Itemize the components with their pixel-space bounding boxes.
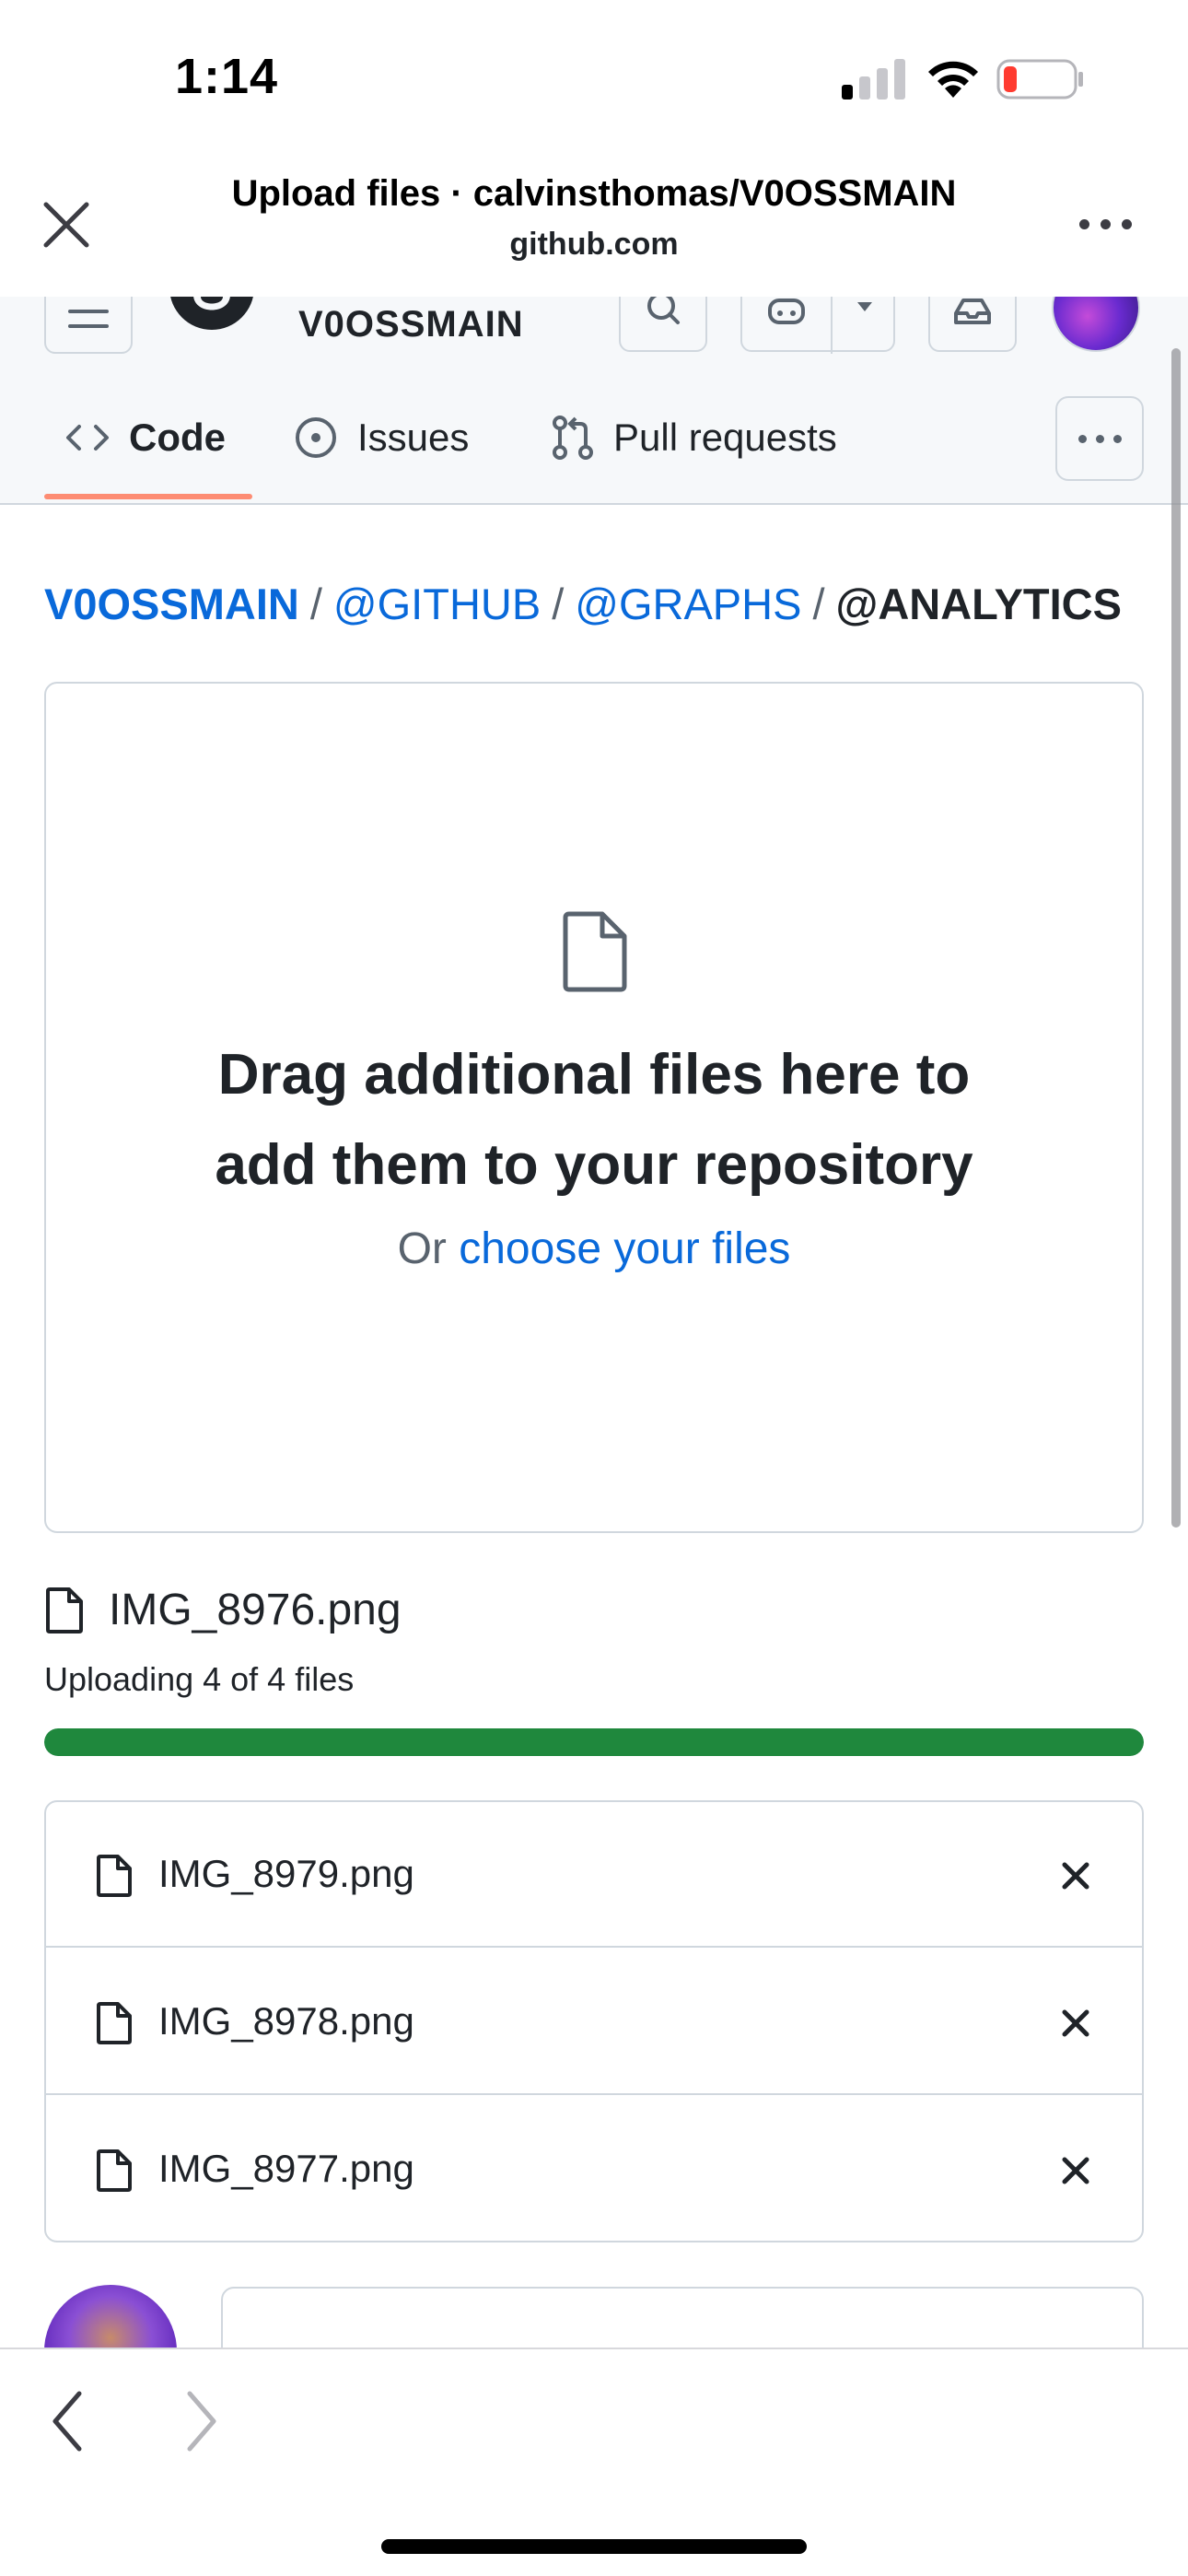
code-icon bbox=[66, 425, 109, 451]
remove-file-x-icon[interactable] bbox=[1055, 2150, 1096, 2191]
inbox-button[interactable] bbox=[928, 297, 1017, 352]
file-row: IMG_8978.png bbox=[46, 1950, 1142, 2095]
tab-pull-requests[interactable]: Pull requests bbox=[551, 405, 837, 470]
dot bbox=[1112, 434, 1122, 443]
file-name: IMG_8977.png bbox=[158, 2147, 414, 2190]
page-domain: github.com bbox=[509, 227, 679, 262]
copilot-icon bbox=[768, 299, 805, 324]
breadcrumb-link[interactable]: @GITHUB bbox=[333, 580, 541, 628]
breadcrumb: V0OSSMAIN / @GITHUB / @GRAPHS / @ANALYTICS bbox=[44, 579, 1122, 629]
menu-button[interactable] bbox=[44, 297, 133, 354]
cellular-signal-icon bbox=[842, 59, 905, 100]
choose-files-link[interactable]: choose your files bbox=[459, 1224, 790, 1273]
tab-label: Issues bbox=[357, 416, 470, 459]
current-file-name: IMG_8976.png bbox=[109, 1586, 402, 1634]
status-time: 1:14 bbox=[175, 49, 279, 104]
tab-label: Pull requests bbox=[613, 416, 837, 459]
triangle-down-icon bbox=[857, 302, 872, 311]
upload-progress-bar bbox=[44, 1728, 1144, 1756]
breadcrumb-separator: / bbox=[812, 580, 825, 628]
current-upload-file: IMG_8976.png bbox=[44, 1585, 402, 1635]
dot bbox=[1077, 434, 1087, 443]
dot bbox=[1095, 434, 1104, 443]
file-name: IMG_8978.png bbox=[158, 1999, 414, 2043]
file-icon bbox=[563, 911, 627, 992]
upload-progress-fill bbox=[44, 1728, 1144, 1756]
file-icon bbox=[97, 1855, 132, 1897]
git-pull-request-icon bbox=[553, 416, 593, 460]
dot bbox=[1121, 218, 1132, 229]
drop-zone-subtext: Or choose your files bbox=[44, 1224, 1144, 1274]
dot bbox=[1078, 218, 1089, 229]
scrollbar[interactable] bbox=[1171, 348, 1181, 1528]
tab-label: Code bbox=[129, 416, 226, 459]
file-row: IMG_8977.png bbox=[46, 2097, 1142, 2241]
breadcrumb-separator: / bbox=[552, 580, 565, 628]
repo-name[interactable]: V0OSSMAIN bbox=[298, 304, 524, 345]
file-list: IMG_8979.png IMG_8978.png IMG_8977.png bbox=[44, 1800, 1144, 2242]
remove-file-x-icon[interactable] bbox=[1055, 1856, 1096, 1896]
user-avatar[interactable] bbox=[1052, 297, 1140, 352]
github-header: V0OSSMAIN bbox=[0, 297, 1188, 369]
drop-heading-line: add them to your repository bbox=[215, 1133, 973, 1197]
file-icon bbox=[46, 1587, 83, 1633]
page-title: Upload files · calvinsthomas/V0OSSMAIN bbox=[231, 173, 957, 214]
more-options-button[interactable] bbox=[1068, 208, 1142, 240]
close-icon[interactable] bbox=[37, 195, 96, 254]
copilot-button[interactable] bbox=[740, 297, 895, 354]
upload-status: Uploading 4 of 4 files bbox=[44, 1660, 355, 1698]
hamburger-icon bbox=[68, 310, 109, 328]
drop-heading-line: Drag additional files here to bbox=[217, 1043, 971, 1107]
breadcrumb-link[interactable]: @GRAPHS bbox=[575, 580, 801, 628]
dot bbox=[1100, 218, 1111, 229]
remove-file-x-icon[interactable] bbox=[1055, 2003, 1096, 2043]
file-name: IMG_8979.png bbox=[158, 1852, 414, 1895]
github-logo-icon[interactable] bbox=[166, 297, 258, 352]
wifi-icon bbox=[928, 61, 978, 98]
repo-tabs: Code Issues Pull requests bbox=[0, 369, 1188, 505]
battery-icon bbox=[996, 59, 1083, 100]
breadcrumb-current: @ANALYTICS bbox=[835, 580, 1122, 628]
back-chevron-icon[interactable] bbox=[44, 2386, 90, 2456]
tabs-more-button[interactable] bbox=[1055, 396, 1144, 481]
home-indicator bbox=[381, 2539, 807, 2554]
selected-tab-indicator bbox=[44, 494, 252, 499]
issue-opened-icon bbox=[296, 417, 336, 458]
tab-issues[interactable]: Issues bbox=[293, 405, 469, 470]
file-row: IMG_8979.png bbox=[46, 1802, 1142, 1948]
file-icon bbox=[97, 2002, 132, 2044]
search-icon bbox=[647, 297, 680, 324]
drop-zone-heading: Drag additional files here to add them t… bbox=[44, 1030, 1144, 1211]
forward-chevron-icon[interactable] bbox=[179, 2386, 225, 2456]
file-icon bbox=[97, 2149, 132, 2192]
inbox-icon bbox=[954, 299, 991, 324]
breadcrumb-separator: / bbox=[309, 580, 322, 628]
breadcrumb-root-link[interactable]: V0OSSMAIN bbox=[44, 580, 299, 628]
or-text: Or bbox=[397, 1224, 447, 1273]
tab-code[interactable]: Code bbox=[64, 405, 226, 470]
search-button[interactable] bbox=[619, 297, 707, 352]
